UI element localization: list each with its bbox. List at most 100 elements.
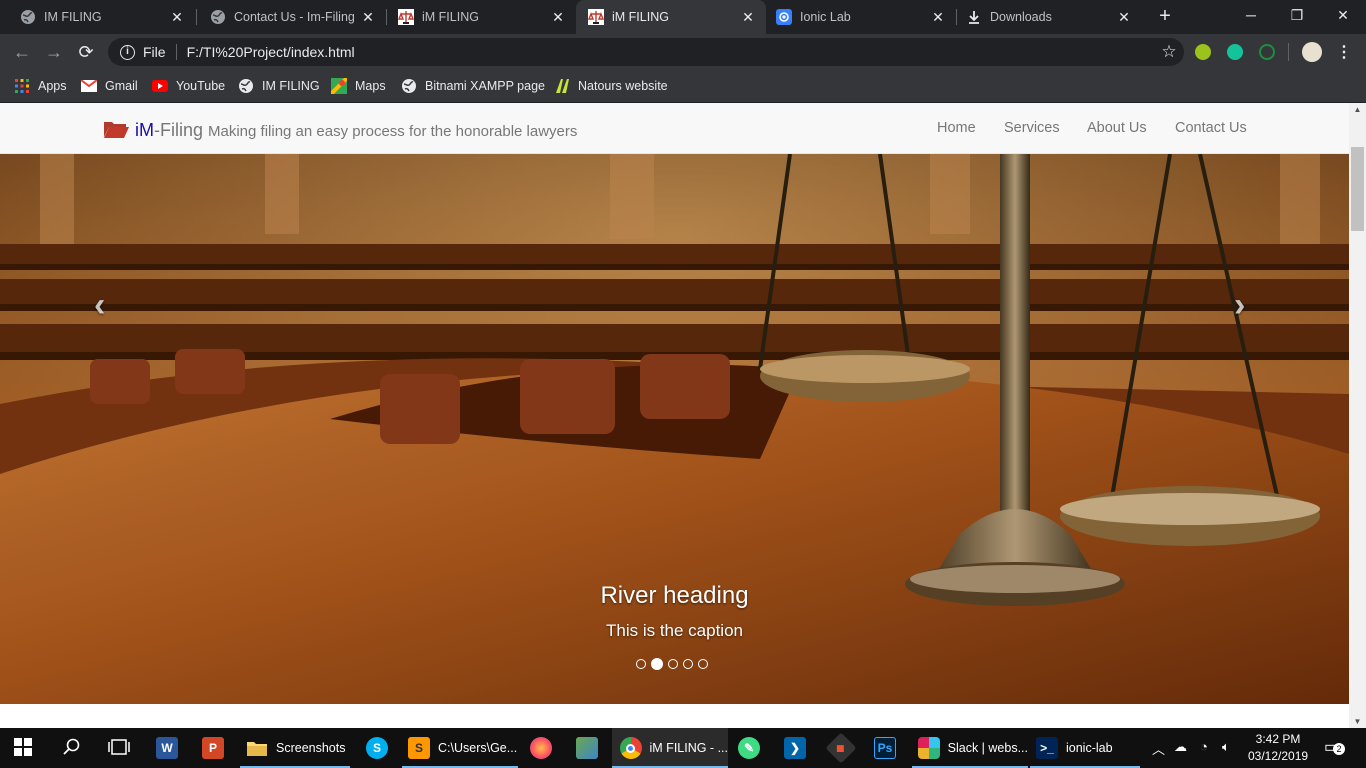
tab-im-filing-active[interactable]: iM FILING ✕ (576, 0, 766, 34)
windows-taskbar: W P Screenshots S S C:\Users\Ge... iM FI… (0, 728, 1366, 768)
site-navbar: iM-Filing Making filing an easy process … (0, 103, 1349, 154)
system-clock[interactable]: 3:42 PM 03/12/2019 (1248, 731, 1308, 765)
extension-1-icon[interactable] (1195, 44, 1211, 60)
download-icon (966, 9, 982, 25)
clock-date: 03/12/2019 (1248, 749, 1309, 763)
taskbar-slack[interactable]: Slack | webs... (912, 728, 1028, 768)
taskbar-screenshots[interactable]: Screenshots (240, 728, 350, 768)
task-view-button[interactable] (108, 728, 130, 768)
new-tab-button[interactable]: + (1154, 5, 1176, 27)
bookmark-maps[interactable]: Maps (331, 76, 386, 96)
bookmark-label: Gmail (105, 79, 138, 93)
forward-button[interactable]: → (42, 40, 66, 64)
tab-title: Contact Us - Im-Filing (234, 10, 355, 24)
scrollbar-thumb[interactable] (1351, 147, 1364, 231)
carousel-indicator-1[interactable] (636, 659, 646, 669)
windows-logo-icon (14, 737, 32, 759)
bookmarks-bar: Apps Gmail YouTube IM FILING Maps Bitnam… (0, 70, 1366, 103)
minimize-button[interactable]: ─ (1228, 0, 1274, 30)
app-icon (576, 737, 598, 759)
profile-avatar[interactable] (1302, 42, 1322, 62)
close-tab-icon[interactable]: ✕ (930, 9, 946, 26)
taskbar-app[interactable] (576, 728, 606, 768)
tab-title: Ionic Lab (800, 10, 851, 24)
taskbar-android-studio[interactable]: ✎ (738, 728, 768, 768)
close-tab-icon[interactable]: ✕ (360, 9, 376, 26)
reload-button[interactable]: ⟳ (74, 40, 98, 64)
tab-contact-us[interactable]: Contact Us - Im-Filing ✕ (196, 0, 386, 34)
brand-suffix: -Filing (154, 120, 204, 140)
taskbar-word[interactable]: W (156, 728, 186, 768)
site-brand[interactable]: iM-Filing Making filing an easy process … (104, 120, 577, 141)
bookmark-label: YouTube (176, 79, 226, 93)
nav-home[interactable]: Home (937, 120, 976, 136)
bookmark-gmail[interactable]: Gmail (81, 76, 138, 96)
close-tab-icon[interactable]: ✕ (169, 9, 185, 26)
grammarly-icon[interactable] (1227, 44, 1243, 60)
omnibox-separator (175, 44, 177, 60)
nav-services[interactable]: Services (1004, 120, 1060, 136)
taskbar-firefox[interactable] (530, 728, 560, 768)
bookmark-im-filing[interactable]: IM FILING (238, 76, 320, 96)
nav-about-us[interactable]: About Us (1087, 120, 1147, 136)
skype-icon: S (366, 737, 388, 759)
taskbar-skype[interactable]: S (366, 728, 396, 768)
taskbar-powerpoint[interactable]: P (202, 728, 232, 768)
folder-open-icon (104, 120, 129, 141)
vscode-icon: ❯ (784, 737, 806, 759)
menu-icon[interactable]: ⋮ (1336, 42, 1352, 62)
taskbar-label: Screenshots (276, 741, 346, 755)
carousel-indicator-4[interactable] (683, 659, 693, 669)
tab-title: Downloads (990, 10, 1052, 24)
network-icon[interactable]: ☁ (1174, 739, 1187, 755)
address-bar[interactable]: i File F:/TI%20Project/index.html ☆ (108, 38, 1184, 66)
gmail-icon (81, 78, 97, 94)
search-button[interactable] (62, 728, 80, 768)
taskbar-photoshop[interactable]: Ps (874, 728, 904, 768)
close-tab-icon[interactable]: ✕ (550, 9, 566, 26)
taskbar-git[interactable]: ◆ (825, 728, 860, 768)
scroll-up-icon[interactable]: ▲ (1349, 105, 1366, 114)
taskbar-powershell[interactable]: >_ ionic-lab (1030, 728, 1140, 768)
tab-im-filing-2[interactable]: iM FILING ✕ (386, 0, 576, 34)
volume-icon[interactable]: 🔈︎ (1222, 739, 1230, 755)
taskbar-chrome[interactable]: iM FILING - ... (612, 728, 728, 768)
taskbar-sublime[interactable]: S C:\Users\Ge... (402, 728, 518, 768)
taskbar-vscode[interactable]: ❯ (784, 728, 814, 768)
nav-contact-us[interactable]: Contact Us (1175, 120, 1247, 136)
extension-3-icon[interactable] (1259, 44, 1275, 60)
close-tab-icon[interactable]: ✕ (1116, 9, 1132, 26)
tab-ionic-lab[interactable]: Ionic Lab ✕ (766, 0, 956, 34)
info-icon[interactable]: i (120, 44, 135, 60)
clock-time: 3:42 PM (1255, 732, 1301, 746)
carousel-indicator-2[interactable] (651, 658, 663, 670)
start-button[interactable] (14, 728, 32, 768)
close-tab-icon[interactable]: ✕ (740, 9, 756, 26)
word-icon: W (156, 737, 178, 759)
tab-strip: IM FILING ✕ Contact Us - Im-Filing ✕ iM … (0, 0, 1366, 34)
bookmark-star-icon[interactable]: ☆ (1154, 42, 1184, 62)
bookmark-natours[interactable]: Natours website (554, 76, 668, 96)
bookmark-youtube[interactable]: YouTube (152, 76, 225, 96)
carousel-next-icon[interactable]: › (1234, 286, 1245, 325)
tab-downloads[interactable]: Downloads ✕ (956, 0, 1142, 34)
toolbar-separator (1288, 43, 1289, 61)
tray-chevron-icon[interactable]: ︿ (1152, 739, 1165, 758)
url-text[interactable]: F:/TI%20Project/index.html (187, 44, 1154, 60)
globe-icon (401, 78, 417, 94)
brand-tagline: Making filing an easy process for the ho… (208, 123, 578, 140)
scroll-down-icon[interactable]: ▼ (1349, 717, 1366, 726)
bookmark-bitnami-xampp[interactable]: Bitnami XAMPP page (401, 76, 545, 96)
restore-button[interactable]: ❐ (1274, 0, 1320, 30)
bookmark-apps[interactable]: Apps (14, 76, 67, 96)
notifications-icon[interactable]: ▭ 2 (1324, 737, 1345, 757)
url-scheme: File (143, 44, 166, 60)
page-scrollbar[interactable]: ▲ ▼ (1349, 103, 1366, 728)
back-button[interactable]: ← (10, 40, 34, 64)
carousel-indicator-5[interactable] (698, 659, 708, 669)
carousel-prev-icon[interactable]: ‹ (94, 286, 105, 325)
close-window-button[interactable]: ✕ (1320, 0, 1366, 30)
wifi-icon[interactable]: ◔ (1200, 739, 1208, 754)
tab-im-filing[interactable]: IM FILING ✕ (0, 0, 195, 34)
carousel-indicator-3[interactable] (668, 659, 678, 669)
